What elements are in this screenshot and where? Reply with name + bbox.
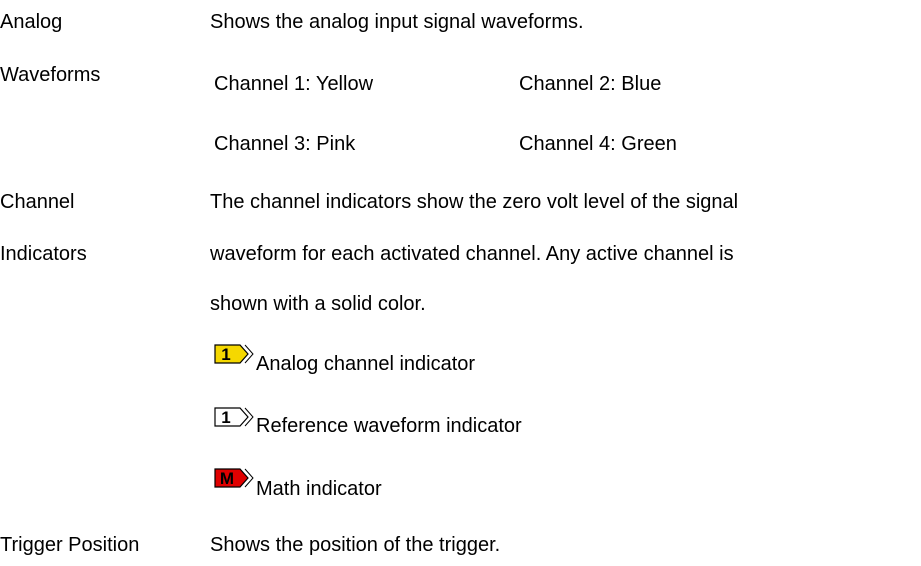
term-analog-waveforms-line2: Waveforms: [0, 64, 101, 86]
analog-channel-indicator-label: Analog channel indicator: [256, 353, 476, 375]
analog-channel-indicator-icon: 1: [214, 342, 254, 366]
channel-indicators-description-line2: waveform for each activated channel. Any…: [210, 243, 734, 265]
channel-4-color: Channel 4: Green: [519, 133, 677, 155]
term-channel-indicators-line2: Indicators: [0, 243, 87, 265]
channel-indicators-description-line1: The channel indicators show the zero vol…: [210, 191, 739, 213]
reference-waveform-indicator-label: Reference waveform indicator: [256, 415, 522, 437]
math-indicator-label: Math indicator: [256, 478, 382, 500]
channel-1-color: Channel 1: Yellow: [214, 73, 374, 95]
term-channel-indicators-line1: Channel: [0, 191, 75, 213]
channel-indicators-description-line3: shown with a solid color.: [210, 293, 426, 315]
analog-channel-indicator-shape: [214, 344, 249, 364]
trigger-position-description: Shows the position of the trigger.: [210, 534, 501, 556]
math-indicator-icon: M: [214, 466, 254, 490]
reference-waveform-indicator-icon: 1: [214, 405, 254, 429]
reference-waveform-indicator-glyph: 1: [221, 408, 230, 427]
analog-waveforms-description: Shows the analog input signal waveforms.: [210, 11, 584, 33]
channel-2-color: Channel 2: Blue: [519, 73, 662, 95]
math-indicator-glyph: M: [220, 469, 234, 488]
channel-3-color: Channel 3: Pink: [214, 133, 356, 155]
analog-channel-indicator-glyph: 1: [221, 345, 230, 364]
term-trigger-position: Trigger Position: [0, 534, 140, 556]
term-analog-waveforms-line1: Analog: [0, 11, 63, 33]
reference-waveform-indicator-shape: [214, 407, 249, 427]
